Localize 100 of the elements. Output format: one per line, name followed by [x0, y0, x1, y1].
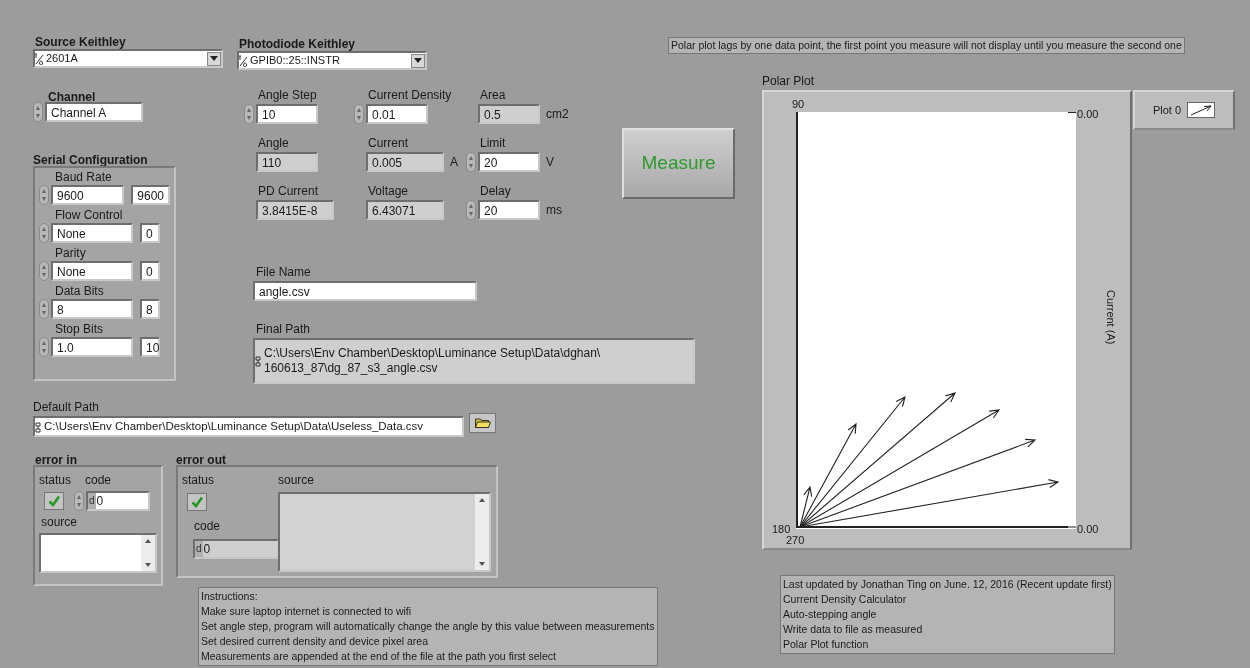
path-icon	[35, 420, 42, 433]
control-label: Current	[367, 135, 409, 152]
angle-label: 180	[772, 522, 791, 536]
code-indicator[interactable]: 10	[140, 337, 160, 357]
enum-field[interactable]: 8	[51, 299, 133, 319]
field-label: code	[193, 518, 222, 535]
code-indicator[interactable]: 0	[140, 223, 160, 243]
numeric-indicator: 0.5	[478, 104, 540, 124]
spin-button[interactable]	[76, 494, 82, 508]
text-line: Last updated by Jonathan Ting on June. 12, 2016 (Recent update first)	[783, 577, 1112, 592]
control-label: Current Density	[367, 87, 453, 104]
unit-label: ms	[546, 202, 562, 219]
dropdown-button[interactable]	[411, 53, 425, 68]
path-text: 160613_87\dg_87_s3_angle.csv	[264, 361, 439, 376]
spin-button[interactable]	[41, 188, 47, 202]
unit-label: A	[450, 154, 458, 171]
field-label: status	[39, 472, 71, 489]
spin-button[interactable]	[35, 105, 41, 119]
spin-button[interactable]	[41, 226, 47, 240]
note-label: Polar plot lags by one data point, the first point you measure will not display until you measure the second one	[668, 37, 1185, 54]
code-value: 0	[95, 493, 104, 510]
text-line: Polar Plot function	[783, 637, 870, 652]
visa-resource-dropdown[interactable]: 2601A	[33, 49, 223, 68]
control-label: Default Path	[33, 399, 100, 416]
field-label: source	[278, 472, 316, 489]
code-indicator[interactable]: 8	[140, 299, 160, 319]
error-code-field[interactable]: d 0	[86, 491, 150, 511]
field-label: status	[182, 472, 215, 489]
channel-field[interactable]: Channel A	[45, 102, 143, 122]
path-icon	[255, 355, 262, 367]
numeric-control[interactable]: 0.01	[366, 104, 428, 124]
angle-label: 90	[792, 97, 805, 112]
spin-button[interactable]	[246, 107, 252, 121]
path-text: C:\Users\Env Chamber\Desktop\Luminance Setup\Data\Useless_Data.csv	[44, 418, 424, 434]
field-label: source	[40, 514, 79, 531]
scroll-down-icon[interactable]	[479, 562, 485, 566]
control-label: Stop Bits	[54, 322, 105, 337]
code-indicator[interactable]: 9600	[131, 185, 170, 205]
enum-field[interactable]: 9600	[51, 185, 125, 205]
numeric-control[interactable]: 20	[478, 152, 540, 172]
enum-field[interactable]: None	[51, 261, 133, 281]
visa-icon	[239, 54, 248, 67]
plot-legend[interactable]: Plot 0	[1133, 90, 1235, 130]
enum-field[interactable]: None	[51, 223, 133, 243]
enum-field[interactable]: 1.0	[51, 337, 133, 357]
control-label: Final Path	[256, 321, 311, 338]
control-label: Photodiode Keithley	[239, 36, 355, 53]
spin-button[interactable]	[41, 340, 47, 354]
control-label: Source Keithley	[35, 34, 126, 51]
scroll-down-icon[interactable]	[145, 563, 151, 567]
cluster-title: error in	[35, 452, 77, 469]
scrollbar[interactable]	[141, 535, 155, 571]
default-path-field[interactable]: C:\Users\Env Chamber\Desktop\Luminance Setup\Data\Useless_Data.csv	[33, 416, 464, 437]
visa-resource-dropdown[interactable]: GPIB0::25::INSTR	[237, 51, 427, 70]
check-icon	[48, 495, 60, 507]
dropdown-value: 2601A	[46, 51, 79, 67]
cluster-title: error out	[176, 452, 226, 469]
control-label: Voltage	[367, 183, 410, 200]
check-icon	[191, 496, 203, 508]
control-label: Area	[479, 87, 507, 104]
spin-button[interactable]	[468, 203, 474, 217]
group-title: Serial Configuration	[33, 152, 148, 169]
numeric-indicator: 6.43071	[366, 200, 444, 220]
control-label: Data Bits	[54, 284, 105, 299]
browse-button[interactable]	[469, 413, 496, 433]
control-label: Flow Control	[54, 208, 124, 223]
spin-button[interactable]	[468, 155, 474, 169]
axis-label: Current (A)	[1103, 290, 1118, 345]
code-indicator[interactable]: 0	[140, 261, 160, 281]
control-label: Baud Rate	[54, 170, 113, 185]
caret-icon	[210, 56, 218, 61]
control-label: Angle Step	[257, 87, 318, 104]
spin-button[interactable]	[356, 107, 362, 121]
text-line: Auto-stepping angle	[783, 607, 878, 622]
text-line: Set angle step, program will automatically change the angle by this value between measurements	[201, 619, 655, 634]
folder-icon	[474, 418, 491, 428]
control-label: Limit	[479, 135, 507, 152]
text-line: Make sure laptop internet is connected to wifi	[201, 604, 413, 619]
dropdown-value: GPIB0::25::INSTR	[250, 53, 341, 69]
scroll-up-icon[interactable]	[479, 498, 485, 502]
text-line: Current Density Calculator	[783, 592, 908, 607]
error-source-field[interactable]	[39, 533, 157, 573]
unit-label: V	[546, 154, 554, 171]
control-label: Angle	[257, 135, 290, 152]
numeric-indicator: 3.8415E-8	[256, 200, 334, 220]
code-value: 0	[202, 541, 211, 558]
spin-button[interactable]	[41, 302, 47, 316]
text-line: Set desired current density and device pixel area	[201, 634, 430, 649]
file-name-field[interactable]: angle.csv	[253, 281, 477, 301]
radix-indicator[interactable]: d	[88, 493, 96, 509]
numeric-control[interactable]: 10	[256, 104, 318, 124]
scrollbar[interactable]	[475, 494, 489, 570]
numeric-control[interactable]: 20	[478, 200, 540, 220]
spin-button[interactable]	[41, 264, 47, 278]
text-line: Write data to file as measured	[783, 622, 924, 637]
dropdown-button[interactable]	[207, 51, 221, 66]
scroll-up-icon[interactable]	[145, 539, 151, 543]
control-label: PD Current	[257, 183, 320, 200]
control-label: Parity	[54, 246, 87, 261]
text-line: Measurements are appended at the end of the file at the path you first select	[201, 649, 557, 664]
